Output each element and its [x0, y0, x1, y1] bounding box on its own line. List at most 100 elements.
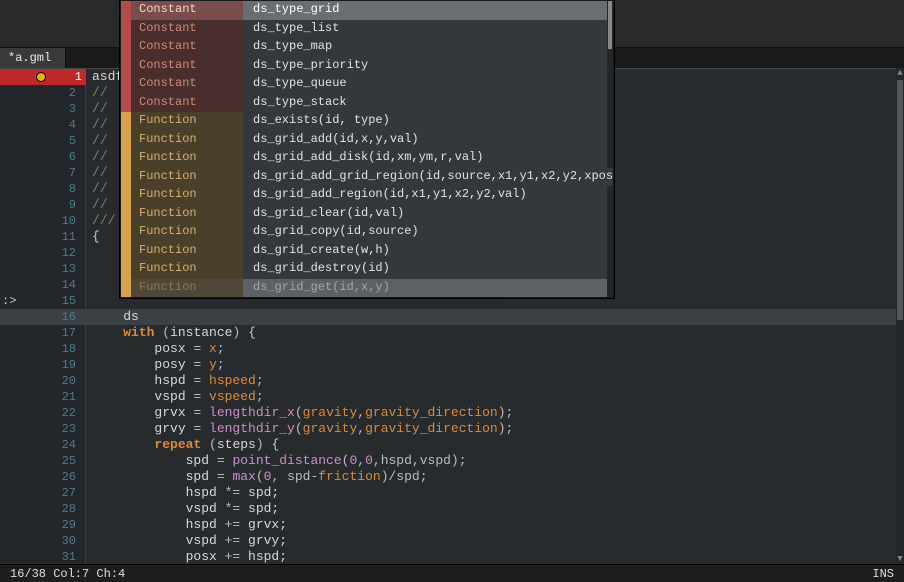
autocomplete-text: ds_grid_add_region(id,x1,y1,x2,y2,val): [243, 186, 607, 205]
code-text[interactable]: ///: [92, 213, 115, 229]
line-number: 30: [0, 533, 80, 549]
autocomplete-item[interactable]: Functionds_grid_copy(id,source): [121, 223, 607, 242]
autocomplete-item[interactable]: Functionds_grid_create(w,h): [121, 242, 607, 261]
code-text[interactable]: hspd *= spd;: [92, 485, 279, 501]
code-line[interactable]: 27 hspd *= spd;: [0, 485, 896, 501]
function-stripe-icon: [121, 242, 131, 261]
code-text[interactable]: posy = y;: [92, 357, 225, 373]
scroll-up-icon[interactable]: ▲: [896, 68, 904, 78]
line-number: 16: [0, 309, 80, 325]
code-text[interactable]: //: [92, 85, 108, 101]
code-text[interactable]: {: [92, 229, 100, 245]
code-text[interactable]: //: [92, 101, 108, 117]
constant-stripe-icon: [121, 94, 131, 113]
autocomplete-item[interactable]: Constantds_type_map: [121, 38, 607, 57]
code-line[interactable]: 28 vspd *= spd;: [0, 501, 896, 517]
code-text[interactable]: //: [92, 133, 108, 149]
tab-bar: *a.gml: [0, 48, 120, 68]
autocomplete-item[interactable]: Functionds_grid_add(id,x,y,val): [121, 131, 607, 150]
autocomplete-kind: Constant: [131, 20, 243, 39]
code-line[interactable]: 31 posx += hspd;: [0, 549, 896, 565]
code-text[interactable]: //: [92, 197, 108, 213]
code-text[interactable]: //: [92, 149, 108, 165]
autocomplete-item[interactable]: Functionds_grid_get(id,x,y): [121, 279, 607, 298]
autocomplete-text: ds_grid_add_disk(id,xm,ym,r,val): [243, 149, 607, 168]
code-line[interactable]: 20 hspd = hspeed;: [0, 373, 896, 389]
function-stripe-icon: [121, 131, 131, 150]
tab-file[interactable]: *a.gml: [0, 48, 66, 68]
autocomplete-item[interactable]: Functionds_grid_add_region(id,x1,y1,x2,y…: [121, 186, 607, 205]
autocomplete-item[interactable]: Constantds_type_stack: [121, 94, 607, 113]
code-line[interactable]: 26 spd = max(0, spd-friction)/spd;: [0, 469, 896, 485]
code-text[interactable]: vspd += grvy;: [92, 533, 287, 549]
code-line[interactable]: 18 posx = x;: [0, 341, 896, 357]
autocomplete-text: ds_type_stack: [243, 94, 607, 113]
autocomplete-item[interactable]: Functionds_grid_add_grid_region(id,sourc…: [121, 168, 607, 187]
autocomplete-item[interactable]: Functionds_exists(id, type): [121, 112, 607, 131]
code-text[interactable]: posx = x;: [92, 341, 225, 357]
code-line[interactable]: 21 vspd = vspeed;: [0, 389, 896, 405]
code-text[interactable]: ds: [92, 309, 139, 325]
autocomplete-text: ds_grid_create(w,h): [243, 242, 607, 261]
scroll-thumb[interactable]: [897, 80, 903, 320]
code-text[interactable]: //: [92, 181, 108, 197]
autocomplete-item[interactable]: Functionds_grid_clear(id,val): [121, 205, 607, 224]
constant-stripe-icon: [121, 57, 131, 76]
code-text[interactable]: spd = max(0, spd-friction)/spd;: [92, 469, 428, 485]
autocomplete-item[interactable]: Constantds_type_queue: [121, 75, 607, 94]
autocomplete-text: ds_type_priority: [243, 57, 607, 76]
code-line[interactable]: 29 hspd += grvx;: [0, 517, 896, 533]
line-number: 23: [0, 421, 80, 437]
code-line[interactable]: 23 grvy = lengthdir_y(gravity,gravity_di…: [0, 421, 896, 437]
code-text[interactable]: spd = point_distance(0,0,hspd,vspd);: [92, 453, 467, 469]
line-number: 6: [0, 149, 80, 165]
autocomplete-scroll-thumb[interactable]: [608, 1, 612, 49]
code-text[interactable]: asdf: [92, 69, 123, 85]
code-text[interactable]: posx += hspd;: [92, 549, 287, 565]
line-number: 18: [0, 341, 80, 357]
autocomplete-scrollbar[interactable]: [607, 1, 613, 298]
status-position: 16/38 Col:7 Ch:4: [10, 565, 125, 582]
autocomplete-kind: Constant: [131, 75, 243, 94]
line-number: 7: [0, 165, 80, 181]
code-line[interactable]: 19 posy = y;: [0, 357, 896, 373]
code-line[interactable]: 25 spd = point_distance(0,0,hspd,vspd);: [0, 453, 896, 469]
line-number: 9: [0, 197, 80, 213]
line-number: 22: [0, 405, 80, 421]
autocomplete-item[interactable]: Constantds_type_priority: [121, 57, 607, 76]
code-line[interactable]: 17 with (instance) {: [0, 325, 896, 341]
code-text[interactable]: repeat (steps) {: [92, 437, 279, 453]
code-text[interactable]: vspd = vspeed;: [92, 389, 264, 405]
autocomplete-kind: Function: [131, 131, 243, 150]
code-line[interactable]: 22 grvx = lengthdir_x(gravity,gravity_di…: [0, 405, 896, 421]
code-text[interactable]: hspd += grvx;: [92, 517, 287, 533]
autocomplete-text: ds_type_map: [243, 38, 607, 57]
code-line[interactable]: 30 vspd += grvy;: [0, 533, 896, 549]
autocomplete-popup[interactable]: Constantds_type_gridConstantds_type_list…: [120, 0, 614, 298]
code-line[interactable]: 16 ds: [0, 309, 896, 325]
autocomplete-item[interactable]: Constantds_type_list: [121, 20, 607, 39]
code-text[interactable]: //: [92, 165, 108, 181]
line-number: 3: [0, 101, 80, 117]
line-number: 26: [0, 469, 80, 485]
autocomplete-item[interactable]: Functionds_grid_add_disk(id,xm,ym,r,val): [121, 149, 607, 168]
editor-scrollbar[interactable]: ▲ ▼: [896, 68, 904, 564]
code-text[interactable]: vspd *= spd;: [92, 501, 279, 517]
autocomplete-kind: Function: [131, 112, 243, 131]
line-number: 28: [0, 501, 80, 517]
code-line[interactable]: 24 repeat (steps) {: [0, 437, 896, 453]
scroll-down-icon[interactable]: ▼: [896, 554, 904, 564]
code-text[interactable]: grvy = lengthdir_y(gravity,gravity_direc…: [92, 421, 513, 437]
line-number: 31: [0, 549, 80, 565]
autocomplete-item[interactable]: Functionds_grid_destroy(id): [121, 260, 607, 279]
line-number: 25: [0, 453, 80, 469]
code-text[interactable]: //: [92, 117, 108, 133]
line-number: 19: [0, 357, 80, 373]
code-text[interactable]: grvx = lengthdir_x(gravity,gravity_direc…: [92, 405, 513, 421]
code-text[interactable]: with (instance) {: [92, 325, 256, 341]
breakpoint-marker[interactable]: 1: [0, 69, 86, 85]
code-text[interactable]: hspd = hspeed;: [92, 373, 264, 389]
autocomplete-kind: Function: [131, 168, 243, 187]
autocomplete-item[interactable]: Constantds_type_grid: [121, 1, 607, 20]
function-stripe-icon: [121, 260, 131, 279]
